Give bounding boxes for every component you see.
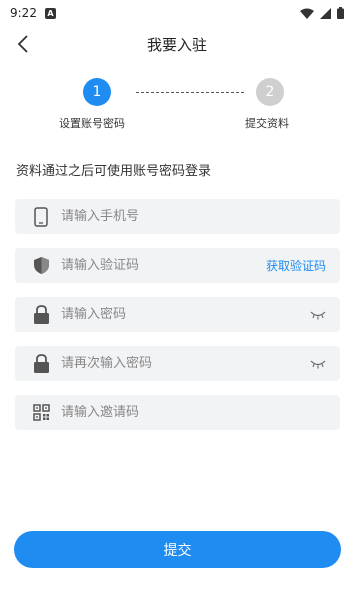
- lock-icon: [31, 354, 51, 374]
- step-2-label: 提交资料: [245, 117, 289, 130]
- navigation-bar: 我要入驻: [0, 26, 354, 62]
- status-time: 9:22: [10, 6, 37, 20]
- eye-closed-icon[interactable]: [310, 310, 326, 320]
- password-field: [15, 297, 340, 332]
- password-input[interactable]: [61, 307, 241, 322]
- step-indicator: 1 2 设置账号密码 提交资料: [0, 78, 354, 132]
- phone-input[interactable]: [61, 209, 241, 224]
- verification-code-field: 获取验证码: [15, 248, 340, 283]
- confirm-password-field: [15, 346, 340, 381]
- invite-code-field: [15, 395, 340, 430]
- eye-closed-icon[interactable]: [310, 359, 326, 369]
- signal-icon: [320, 7, 331, 19]
- phone-icon: [31, 206, 51, 227]
- invite-code-input[interactable]: [61, 405, 241, 420]
- wifi-icon: [300, 8, 314, 19]
- status-icons: [300, 7, 344, 19]
- shield-icon: [31, 256, 51, 276]
- submit-button[interactable]: 提交: [14, 531, 341, 568]
- chevron-left-icon: [17, 35, 28, 53]
- back-button[interactable]: [8, 28, 38, 60]
- get-code-button[interactable]: 获取验证码: [266, 257, 326, 274]
- status-bar: 9:22 A: [0, 0, 354, 26]
- phone-field: [15, 199, 340, 234]
- notification-a-icon: A: [44, 7, 56, 19]
- qr-code-icon: [31, 403, 51, 423]
- verification-code-input[interactable]: [61, 258, 241, 273]
- hint-text: 资料通过之后可使用账号密码登录: [16, 164, 212, 179]
- step-2-circle: 2: [256, 78, 284, 106]
- page-title: 我要入驻: [146, 35, 207, 54]
- battery-icon: [337, 7, 344, 19]
- step-1-label: 设置账号密码: [59, 117, 125, 130]
- step-1-circle: 1: [83, 78, 111, 106]
- confirm-password-input[interactable]: [61, 356, 241, 371]
- lock-icon: [31, 305, 51, 325]
- step-connector: [136, 92, 244, 93]
